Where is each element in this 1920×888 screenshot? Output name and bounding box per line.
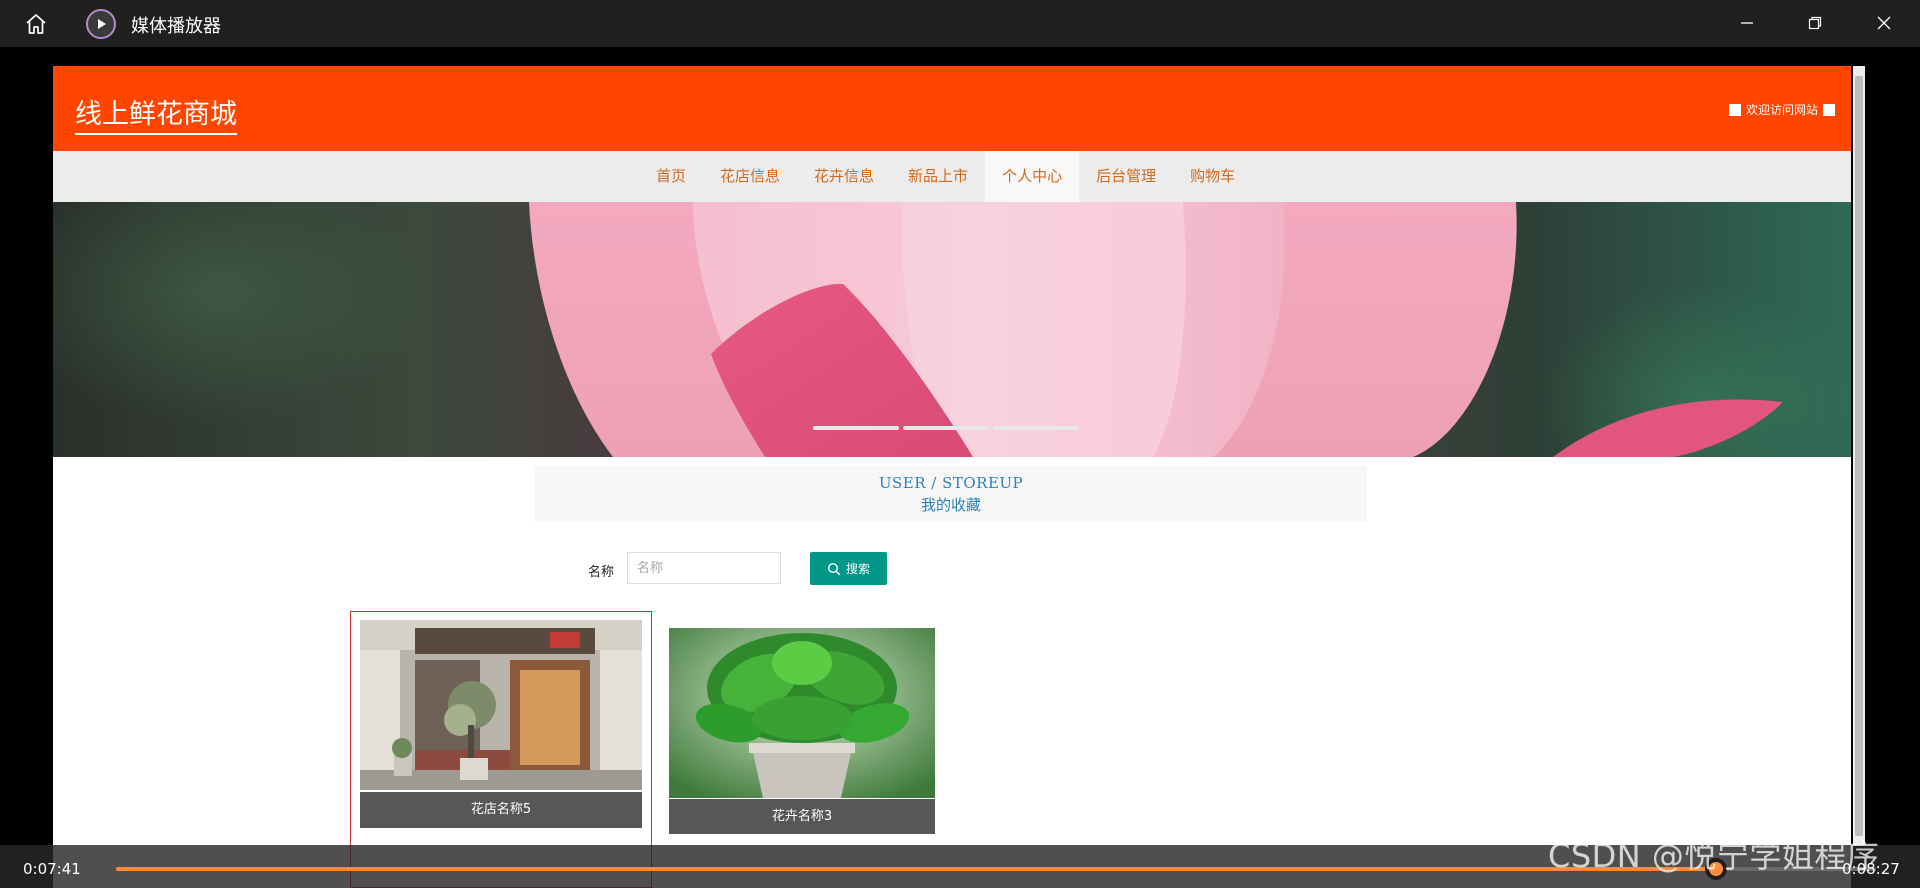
section-title: USER / STOREUP 我的收藏 — [535, 466, 1367, 522]
welcome-banner: 欢迎访问网站 — [1728, 101, 1835, 118]
close-button[interactable] — [1861, 6, 1907, 40]
nav-item-flower-info[interactable]: 花卉信息 — [797, 151, 891, 202]
section-title-en: USER / STOREUP — [878, 474, 1024, 492]
nav-item-new-arrivals[interactable]: 新品上市 — [891, 151, 985, 202]
player-titlebar: 媒体播放器 — [0, 0, 1920, 47]
square-icon — [1728, 103, 1741, 116]
carousel-indicators — [813, 426, 1079, 430]
welcome-text: 欢迎访问网站 — [1745, 103, 1818, 117]
restore-button[interactable] — [1792, 6, 1838, 40]
carousel-indicator[interactable] — [993, 426, 1079, 430]
main-nav: 首页 花店信息 花卉信息 新品上市 个人中心 后台管理 购物车 — [53, 151, 1851, 202]
potted-plant-photo — [669, 628, 935, 798]
nav-item-cart[interactable]: 购物车 — [1173, 151, 1252, 202]
close-icon — [1877, 16, 1891, 30]
search-label: 名称 — [588, 565, 615, 580]
minimize-button[interactable] — [1724, 6, 1770, 40]
current-time: 0:07:41 — [23, 860, 81, 878]
carousel-indicator[interactable] — [903, 426, 989, 430]
watermark-text: CSDN @悦宁学姐程序 — [1548, 837, 1880, 875]
minimize-icon — [1741, 22, 1753, 24]
card-title: 花店名称5 — [360, 792, 642, 828]
search-input[interactable] — [627, 552, 781, 584]
carousel-indicator[interactable] — [813, 426, 899, 430]
restore-icon — [1808, 16, 1822, 30]
home-icon — [26, 14, 46, 34]
nav-item-shop-info[interactable]: 花店信息 — [703, 151, 797, 202]
search-button-label: 搜索 — [845, 562, 870, 576]
home-button[interactable] — [18, 10, 54, 38]
site-logo[interactable]: 线上鲜花商城 — [75, 92, 237, 135]
section-title-cn: 我的收藏 — [920, 496, 981, 514]
nav-item-personal-center[interactable]: 个人中心 — [985, 151, 1080, 202]
storefront-photo — [360, 620, 642, 790]
banner-carousel[interactable] — [53, 202, 1851, 457]
media-player-logo-icon — [86, 9, 116, 39]
nav-item-admin[interactable]: 后台管理 — [1079, 151, 1173, 202]
site-header: 线上鲜花商城 欢迎访问网站 — [53, 66, 1851, 151]
card-title: 花卉名称3 — [669, 799, 935, 834]
search-icon — [827, 562, 841, 575]
lotus-flower-image — [529, 202, 1783, 457]
search-button[interactable]: 搜索 — [810, 552, 887, 585]
scrollbar-thumb[interactable] — [1855, 76, 1863, 836]
favorite-card-plant[interactable]: 花卉名称3 — [669, 628, 935, 834]
nav-item-home[interactable]: 首页 — [639, 151, 703, 202]
window-title: 媒体播放器 — [131, 16, 221, 37]
seek-bar-fill — [116, 867, 1716, 871]
page-scrollbar[interactable] — [1853, 66, 1865, 846]
square-icon — [1823, 103, 1835, 116]
